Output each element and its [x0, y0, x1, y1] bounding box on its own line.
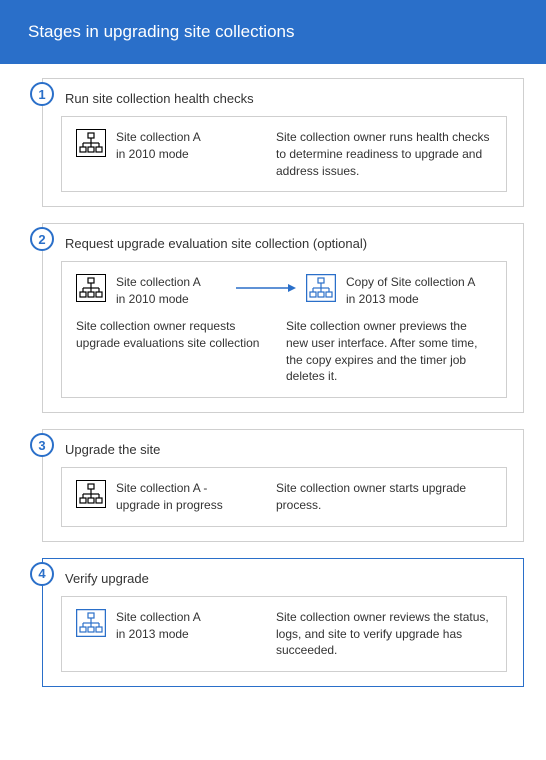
stage-1: 1 Run site collection health checks — [30, 78, 524, 207]
stage-inner-box: Site collection A in 2010 mode — [61, 261, 507, 398]
stage-number: 1 — [38, 87, 45, 102]
note-b: Site collection owner previews the new u… — [286, 318, 492, 385]
stage-row-bottom: Site collection owner requests upgrade e… — [76, 318, 492, 385]
site-label: Site collection A in 2010 mode — [116, 129, 201, 163]
site-label: Site collection A in 2013 mode — [116, 609, 201, 643]
stage-row: Site collection A in 2013 mode Site coll… — [76, 609, 492, 659]
site-mode: in 2013 mode — [116, 626, 201, 643]
stage-title: Request upgrade evaluation site collecti… — [65, 236, 507, 251]
stage-description: Site collection owner starts upgrade pro… — [276, 480, 492, 514]
stage-number: 4 — [38, 566, 45, 581]
stage-row: Site collection A - upgrade in progress … — [76, 480, 492, 514]
note-a: Site collection owner requests upgrade e… — [76, 318, 276, 352]
stage-number: 2 — [38, 232, 45, 247]
stage-number-badge: 4 — [30, 562, 54, 586]
site-mode: upgrade in progress — [116, 497, 223, 514]
site-cell: Site collection A in 2010 mode — [76, 129, 266, 163]
site-collection-icon — [306, 274, 336, 302]
site-mode: in 2013 mode — [346, 291, 475, 308]
stage-title: Upgrade the site — [65, 442, 507, 457]
site-collection-icon — [76, 274, 106, 302]
stage-title: Verify upgrade — [65, 571, 507, 586]
site-name: Site collection A - — [116, 480, 223, 497]
site-label-a: Site collection A in 2010 mode — [116, 274, 201, 308]
stage-number-badge: 3 — [30, 433, 54, 457]
stage-3: 3 Upgrade the site — [30, 429, 524, 542]
stage-box: Upgrade the site — [42, 429, 524, 542]
stage-box: Request upgrade evaluation site collecti… — [42, 223, 524, 413]
stage-4: 4 Verify upgrade — [30, 558, 524, 687]
site-cell: Site collection A in 2013 mode — [76, 609, 266, 643]
site-label: Site collection A - upgrade in progress — [116, 480, 223, 514]
stage-box: Verify upgrade — [42, 558, 524, 687]
stage-number-badge: 1 — [30, 82, 54, 106]
stage-title: Run site collection health checks — [65, 91, 507, 106]
site-collection-icon — [76, 609, 106, 637]
stage-2: 2 Request upgrade evaluation site collec… — [30, 223, 524, 413]
site-name: Site collection A — [116, 129, 201, 146]
site-cell: Site collection A - upgrade in progress — [76, 480, 266, 514]
stage-box: Run site collection health checks — [42, 78, 524, 207]
site-collection-icon — [76, 480, 106, 508]
stage-inner-box: Site collection A in 2010 mode Site coll… — [61, 116, 507, 192]
site-mode: in 2010 mode — [116, 291, 201, 308]
site-name: Site collection A — [116, 609, 201, 626]
stage-description: Site collection owner reviews the status… — [276, 609, 492, 659]
arrow-icon — [236, 274, 296, 294]
page-header: Stages in upgrading site collections — [0, 0, 546, 64]
stage-description: Site collection owner runs health checks… — [276, 129, 492, 179]
stage-inner-box: Site collection A in 2013 mode Site coll… — [61, 596, 507, 672]
site-cell-a: Site collection A in 2010 mode — [76, 274, 226, 308]
stage-row: Site collection A in 2010 mode Site coll… — [76, 129, 492, 179]
site-name: Copy of Site collection A — [346, 274, 475, 291]
site-collection-icon — [76, 129, 106, 157]
stage-number: 3 — [38, 438, 45, 453]
stage-inner-box: Site collection A - upgrade in progress … — [61, 467, 507, 527]
site-mode: in 2010 mode — [116, 146, 201, 163]
content-area: 1 Run site collection health checks — [0, 64, 546, 717]
page-title: Stages in upgrading site collections — [28, 22, 295, 41]
site-name: Site collection A — [116, 274, 201, 291]
site-cell-b: Copy of Site collection A in 2013 mode — [306, 274, 492, 308]
stage-row-top: Site collection A in 2010 mode — [76, 274, 492, 308]
site-label-b: Copy of Site collection A in 2013 mode — [346, 274, 475, 308]
